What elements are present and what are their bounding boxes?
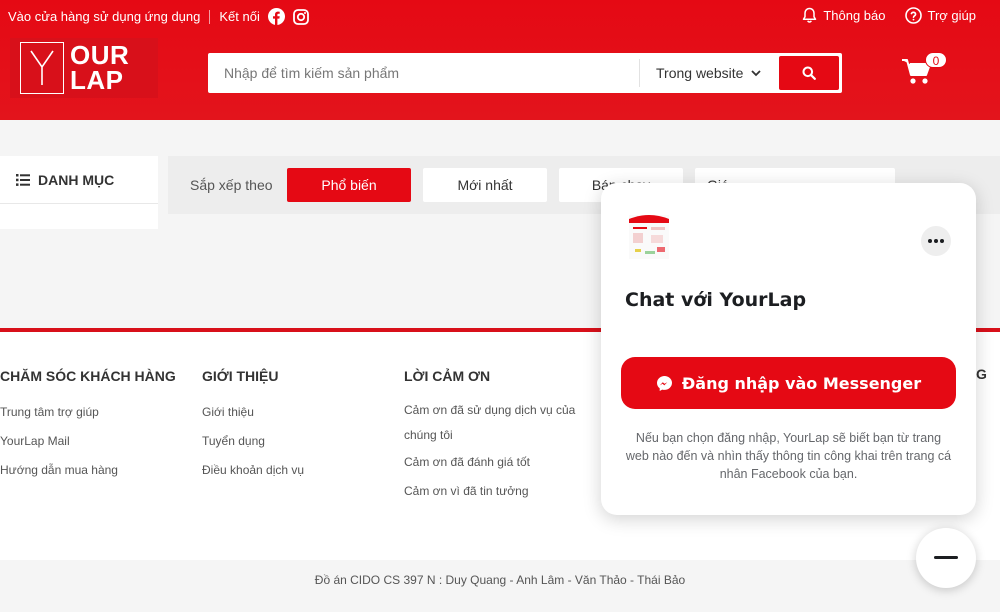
cart-count-badge: 0 [925, 52, 947, 68]
category-title: DANH MỤC [38, 171, 115, 188]
help-link[interactable]: Trợ giúp [905, 7, 976, 24]
search-input[interactable] [208, 53, 638, 93]
more-options-button[interactable] [921, 226, 951, 256]
messenger-login-button[interactable]: Đăng nhập vào Messenger [621, 357, 956, 409]
footer-link[interactable]: Cảm ơn đã sử dụng dịch vụ của chúng tôi [404, 398, 584, 448]
search-icon [802, 66, 816, 80]
more-horizontal-icon [928, 239, 944, 243]
footer-link[interactable]: Cảm ơn đã đánh giá tốt [404, 448, 584, 477]
footer-column-title: LỜI CẢM ƠN [404, 368, 491, 384]
footer-link[interactable]: Cảm ơn vì đã tin tưởng [404, 477, 584, 506]
messenger-login-label: Đăng nhập vào Messenger [681, 373, 922, 393]
facebook-icon[interactable] [267, 8, 285, 25]
footer-link[interactable]: YourLap Mail [0, 427, 190, 456]
category-panel: DANH MỤC [0, 156, 158, 229]
notifications-link[interactable]: Thông báo [801, 7, 885, 24]
top-bar: Vào cửa hàng sử dụng ứng dụng Kết nối Th… [0, 0, 1000, 34]
page-avatar [625, 211, 673, 263]
site-logo[interactable]: OUR LAP [10, 38, 158, 98]
search-bar: Trong website [208, 53, 842, 93]
list-icon [16, 173, 30, 186]
chat-title: Chat với YourLap [625, 289, 807, 311]
footer-column-title: GIỚI THIỆU [202, 368, 279, 384]
footer-link[interactable]: Giới thiệu [202, 398, 392, 427]
sort-popular-button[interactable]: Phổ biến [287, 168, 411, 202]
messenger-icon [656, 375, 672, 391]
footer-column-title: CHĂM SÓC KHÁCH HÀNG [0, 368, 176, 384]
connect-label: Kết nối [219, 9, 260, 24]
instagram-icon[interactable] [293, 8, 310, 25]
app-store-link[interactable]: Vào cửa hàng sử dụng ứng dụng [8, 9, 200, 24]
footer-column-about: GIỚI THIỆU Giới thiệu Tuyển dụng Điều kh… [202, 368, 392, 485]
search-scope-select[interactable]: Trong website [639, 59, 775, 87]
logo-mark [20, 42, 64, 94]
sort-label: Sắp xếp theo [190, 177, 273, 193]
question-circle-icon [905, 7, 923, 24]
footer-link[interactable]: Trung tâm trợ giúp [0, 398, 190, 427]
messenger-chat-popup: Chat với YourLap Đăng nhập vào Messenger… [601, 183, 976, 515]
sort-newest-button[interactable]: Mới nhất [423, 168, 547, 202]
divider [209, 9, 211, 24]
chat-privacy-note: Nếu bạn chọn đăng nhập, YourLap sẽ biết … [625, 431, 952, 481]
help-label: Trợ giúp [927, 8, 976, 23]
minus-icon [934, 556, 958, 559]
chevron-down-icon [751, 69, 762, 76]
bell-icon [803, 7, 817, 23]
search-button[interactable] [779, 56, 839, 90]
footer-link[interactable]: Hướng dẫn mua hàng [0, 456, 190, 485]
logo-text: OUR LAP [70, 42, 129, 95]
logo-line-2: LAP [70, 65, 124, 95]
footer-column-thanks: LỜI CẢM ƠN Cảm ơn đã sử dụng dịch vụ của… [404, 368, 584, 506]
category-header[interactable]: DANH MỤC [0, 156, 158, 204]
copyright-text: Đồ án CIDO CS 397 N : Duy Quang - Anh Lâ… [0, 560, 1000, 600]
cart-button[interactable]: 0 [902, 52, 947, 92]
search-scope-label: Trong website [656, 65, 744, 81]
footer-link[interactable]: Điều khoản dịch vụ [202, 456, 392, 485]
footer-column-title-partial: G [976, 366, 987, 382]
site-header: Vào cửa hàng sử dụng ứng dụng Kết nối Th… [0, 0, 1000, 120]
minimize-chat-button[interactable] [916, 528, 976, 588]
footer-column-customer-care: CHĂM SÓC KHÁCH HÀNG Trung tâm trợ giúp Y… [0, 368, 190, 485]
notifications-label: Thông báo [823, 8, 886, 23]
footer-link[interactable]: Tuyển dụng [202, 427, 392, 456]
